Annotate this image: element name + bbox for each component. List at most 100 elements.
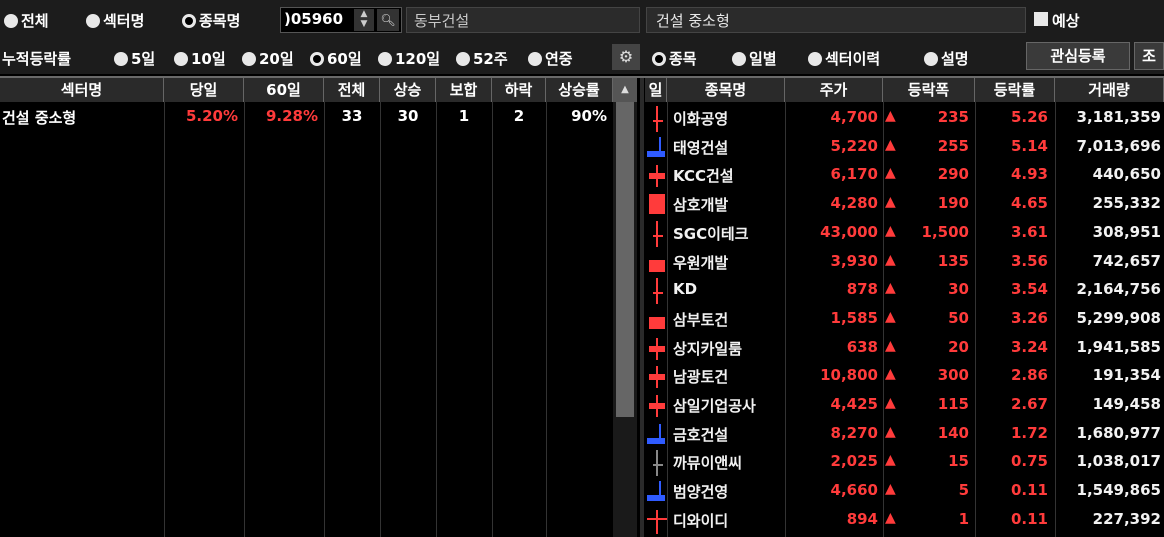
table-row[interactable]: 삼일기업공사 4,425 ▲ 115 2.67 149,458 [645,391,1164,420]
period-120d[interactable]: 120일 [378,48,440,69]
scroll-up-icon[interactable]: ▲ [613,78,637,102]
period-52w[interactable]: 52주 [456,48,508,69]
period-label: 20일 [259,50,294,68]
col-header-change[interactable]: 등락폭 [883,78,975,102]
col-header-sector[interactable]: 섹터명 [0,78,164,102]
table-row[interactable]: SGC이테크 43,000 ▲ 1,500 3.61 308,951 [645,219,1164,248]
rate-cell: 1.72 [1010,423,1048,442]
table-row[interactable]: 디와이디 894 ▲ 1 0.11 227,392 [645,506,1164,535]
table-row[interactable]: 삼부토건 1,585 ▲ 50 3.26 5,299,908 [645,305,1164,334]
change-cell: 50 [948,308,969,327]
forecast-label: 예상 [1052,12,1080,30]
col-header-up[interactable]: 상승 [380,78,436,102]
price-cell: 10,800 [820,366,878,385]
stock-name-cell: 금호건설 [673,425,729,444]
watchlist-button[interactable]: 관심등록 [1026,42,1130,70]
gear-icon[interactable]: ⚙︎ [612,44,640,70]
volume-cell: 255,332 [1092,194,1161,213]
view-sector-history[interactable]: 섹터이력 [808,48,880,69]
forecast-checkbox[interactable] [1034,12,1048,26]
table-row[interactable]: 삼호개발 4,280 ▲ 190 4.65 255,332 [645,190,1164,219]
rate-cell: 5.14 [1010,136,1048,155]
period-60d[interactable]: 60일 [310,48,362,69]
period-5d[interactable]: 5일 [114,48,155,69]
price-cell: 4,280 [830,194,878,213]
table-row[interactable]: KCC건설 6,170 ▲ 290 4.93 440,650 [645,161,1164,190]
table-row[interactable]: 우원개발 3,930 ▲ 135 3.56 742,657 [645,248,1164,277]
change-cell: 290 [937,165,969,184]
radio-dot-icon [174,52,188,66]
col-header-up-ratio[interactable]: 상승률 [546,78,613,102]
radio-stock-name[interactable]: 종목명 [182,10,240,31]
view-label: 일별 [749,50,777,68]
col-header-period[interactable]: 60일 [244,78,324,102]
col-header-total[interactable]: 전체 [324,78,380,102]
table-row[interactable]: 금호건설 8,270 ▲ 140 1.72 1,680,977 [645,420,1164,449]
extra-button[interactable]: 조 [1134,42,1164,70]
change-cell: 140 [937,423,969,442]
period-ytd[interactable]: 연중 [528,48,573,69]
table-row[interactable]: 이화공영 4,700 ▲ 235 5.26 3,181,359 [645,104,1164,133]
price-cell: 5,220 [830,136,878,155]
change-cell: 20 [948,337,969,356]
view-label: 설명 [941,50,969,68]
price-cell: 4,660 [830,481,878,500]
radio-selected-icon [182,14,196,28]
table-row[interactable]: KD 878 ▲ 30 3.54 2,164,756 [645,276,1164,305]
col-header-rate[interactable]: 등락률 [975,78,1055,102]
view-stock[interactable]: 종목 [652,48,697,69]
change-cell: 5 [958,481,969,500]
col-header-stock-name[interactable]: 종목명 [667,78,785,102]
radio-sector-name[interactable]: 섹터명 [86,10,144,31]
stock-name-cell: 우원개발 [673,253,729,272]
stock-name-cell: 삼부토건 [673,310,729,329]
view-description[interactable]: 설명 [924,48,969,69]
scrollbar-thumb[interactable] [616,102,634,417]
column-divider [492,102,493,537]
radio-dot-icon [4,14,18,28]
table-row[interactable]: 까뮤이앤씨 2,025 ▲ 15 0.75 1,038,017 [645,448,1164,477]
cumulative-rate-label: 누적등락률 [2,50,72,68]
col-header-price[interactable]: 주가 [785,78,883,102]
volume-cell: 1,549,865 [1076,481,1161,500]
period-10d[interactable]: 10일 [174,48,226,69]
period-20d[interactable]: 20일 [242,48,294,69]
volume-cell: 227,392 [1092,509,1161,528]
period-label: 10일 [191,50,226,68]
panel-divider[interactable] [640,78,644,537]
volume-cell: 1,941,585 [1076,337,1161,356]
rate-cell: 3.61 [1010,222,1048,241]
price-cell: 1,585 [830,308,878,327]
radio-all-label: 전체 [21,12,49,30]
radio-dot-icon [86,14,100,28]
stock-code-value: )05960 [284,10,344,28]
price-cell: 4,700 [830,108,878,126]
table-row[interactable]: 상지카일룸 638 ▲ 20 3.24 1,941,585 [645,334,1164,363]
volume-cell: 308,951 [1092,222,1161,241]
price-cell: 6,170 [830,165,878,184]
stock-name-cell: 삼일기업공사 [673,397,756,415]
col-header-down[interactable]: 하락 [492,78,546,102]
col-header-day[interactable]: 일 [645,78,667,102]
table-row[interactable]: 태영건설 5,220 ▲ 255 5.14 7,013,696 [645,133,1164,162]
today-rate-cell: 5.20% [185,107,238,125]
radio-dot-icon [808,52,822,66]
stock-name-cell: 디와이디 [673,511,729,530]
stock-name-cell: 삼호개발 [673,196,729,215]
view-label: 종목 [669,50,697,68]
table-row[interactable]: 남광토건 10,800 ▲ 300 2.86 191,354 [645,362,1164,391]
search-icon[interactable]: 🔍︎ [377,9,399,31]
col-header-volume[interactable]: 거래량 [1055,78,1164,102]
rate-cell: 3.26 [1010,308,1048,327]
table-row[interactable]: 범양건영 4,660 ▲ 5 0.11 1,549,865 [645,477,1164,506]
col-header-today[interactable]: 당일 [164,78,244,102]
price-cell: 4,425 [830,395,878,413]
radio-dot-icon [528,52,542,66]
rate-cell: 2.67 [1010,395,1048,413]
col-header-flat[interactable]: 보합 [436,78,492,102]
view-daily[interactable]: 일별 [732,48,777,69]
radio-all[interactable]: 전체 [4,10,49,31]
spinner-icon[interactable]: ▲ ▼ [354,9,374,31]
period-rate-cell: 9.28% [265,107,318,125]
change-cell: 30 [948,280,969,299]
